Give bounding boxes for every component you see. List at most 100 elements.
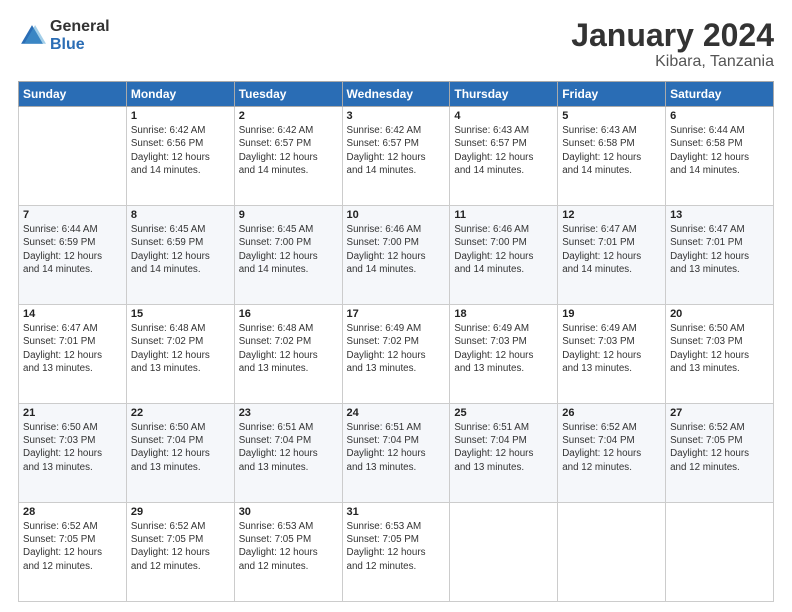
- day-number: 19: [562, 308, 661, 320]
- calendar-cell: 4Sunrise: 6:43 AM Sunset: 6:57 PM Daylig…: [450, 107, 558, 206]
- calendar-week-row: 1 Sunrise: 6:42 AM Sunset: 6:56 PM Daylig…: [19, 107, 774, 206]
- calendar-cell: 17Sunrise: 6:49 AM Sunset: 7:02 PM Dayli…: [342, 305, 450, 404]
- calendar-cell: 18Sunrise: 6:49 AM Sunset: 7:03 PM Dayli…: [450, 305, 558, 404]
- calendar-cell: 28 Sunrise: 6:52 AM Sunset: 7:05 PM Dayli…: [19, 503, 127, 602]
- calendar-cell: 31Sunrise: 6:53 AM Sunset: 7:05 PM Dayli…: [342, 503, 450, 602]
- day-number: 10: [347, 209, 446, 221]
- calendar-cell: [558, 503, 666, 602]
- calendar-cell: 11Sunrise: 6:46 AM Sunset: 7:00 PM Dayli…: [450, 206, 558, 305]
- day-number: 9: [239, 209, 338, 221]
- calendar-cell: 24 Sunrise: 6:51 AM Sunset: 7:04 PM Dayli…: [342, 404, 450, 503]
- day-info: Sunrise: 6:45 AM Sunset: 6:59 PM Dayligh…: [131, 223, 230, 276]
- calendar-cell: 22 Sunrise: 6:50 AM Sunset: 7:04 PM Dayli…: [126, 404, 234, 503]
- calendar-cell: 16Sunrise: 6:48 AM Sunset: 7:02 PM Dayli…: [234, 305, 342, 404]
- day-info: Sunrise: 6:48 AM Sunset: 7:02 PM Dayligh…: [131, 322, 230, 375]
- logo: General Blue: [18, 18, 110, 53]
- day-number: 11: [454, 209, 553, 221]
- calendar-header-tuesday: Tuesday: [234, 82, 342, 107]
- calendar-header-wednesday: Wednesday: [342, 82, 450, 107]
- day-number: 18: [454, 308, 553, 320]
- day-number: 1: [131, 110, 230, 122]
- calendar-week-row: 28 Sunrise: 6:52 AM Sunset: 7:05 PM Dayli…: [19, 503, 774, 602]
- calendar-cell: 21 Sunrise: 6:50 AM Sunset: 7:03 PM Dayli…: [19, 404, 127, 503]
- calendar-cell: 23 Sunrise: 6:51 AM Sunset: 7:04 PM Dayli…: [234, 404, 342, 503]
- calendar-cell: 2Sunrise: 6:42 AM Sunset: 6:57 PM Daylig…: [234, 107, 342, 206]
- day-info: Sunrise: 6:52 AM Sunset: 7:05 PM Dayligh…: [131, 520, 230, 573]
- day-number: 7: [23, 209, 122, 221]
- day-info: Sunrise: 6:49 AM Sunset: 7:03 PM Dayligh…: [562, 322, 661, 375]
- calendar-cell: 9 Sunrise: 6:45 AM Sunset: 7:00 PM Daylig…: [234, 206, 342, 305]
- day-info: Sunrise: 6:44 AM Sunset: 6:59 PM Dayligh…: [23, 223, 122, 276]
- day-number: 21: [23, 407, 122, 419]
- title-block: January 2024 Kibara, Tanzania: [571, 18, 774, 71]
- day-number: 26: [562, 407, 661, 419]
- day-number: 20: [670, 308, 769, 320]
- title-month: January 2024: [571, 18, 774, 53]
- day-number: 30: [239, 506, 338, 518]
- calendar-cell: 5 Sunrise: 6:43 AM Sunset: 6:58 PM Daylig…: [558, 107, 666, 206]
- day-info: Sunrise: 6:42 AM Sunset: 6:57 PM Dayligh…: [347, 124, 446, 177]
- day-info: Sunrise: 6:47 AM Sunset: 7:01 PM Dayligh…: [562, 223, 661, 276]
- logo-icon: [18, 22, 46, 50]
- day-number: 16: [239, 308, 338, 320]
- calendar-week-row: 7 Sunrise: 6:44 AM Sunset: 6:59 PM Daylig…: [19, 206, 774, 305]
- calendar-cell: 30Sunrise: 6:53 AM Sunset: 7:05 PM Dayli…: [234, 503, 342, 602]
- day-info: Sunrise: 6:50 AM Sunset: 7:03 PM Dayligh…: [670, 322, 769, 375]
- day-info: Sunrise: 6:51 AM Sunset: 7:04 PM Dayligh…: [239, 421, 338, 474]
- day-info: Sunrise: 6:42 AM Sunset: 6:57 PM Dayligh…: [239, 124, 338, 177]
- calendar-cell: 19 Sunrise: 6:49 AM Sunset: 7:03 PM Dayli…: [558, 305, 666, 404]
- calendar-header-friday: Friday: [558, 82, 666, 107]
- day-info: Sunrise: 6:43 AM Sunset: 6:58 PM Dayligh…: [562, 124, 661, 177]
- calendar-cell: 13 Sunrise: 6:47 AM Sunset: 7:01 PM Dayli…: [666, 206, 774, 305]
- day-number: 4: [454, 110, 553, 122]
- calendar-header-saturday: Saturday: [666, 82, 774, 107]
- day-number: 8: [131, 209, 230, 221]
- day-info: Sunrise: 6:47 AM Sunset: 7:01 PM Dayligh…: [23, 322, 122, 375]
- day-number: 13: [670, 209, 769, 221]
- day-number: 15: [131, 308, 230, 320]
- day-info: Sunrise: 6:44 AM Sunset: 6:58 PM Dayligh…: [670, 124, 769, 177]
- calendar-week-row: 21 Sunrise: 6:50 AM Sunset: 7:03 PM Dayli…: [19, 404, 774, 503]
- calendar-cell: [666, 503, 774, 602]
- calendar-cell: 26 Sunrise: 6:52 AM Sunset: 7:04 PM Dayli…: [558, 404, 666, 503]
- day-number: 22: [131, 407, 230, 419]
- day-number: 12: [562, 209, 661, 221]
- calendar-cell: [450, 503, 558, 602]
- day-info: Sunrise: 6:50 AM Sunset: 7:04 PM Dayligh…: [131, 421, 230, 474]
- calendar-cell: 20 Sunrise: 6:50 AM Sunset: 7:03 PM Dayli…: [666, 305, 774, 404]
- calendar-cell: 10Sunrise: 6:46 AM Sunset: 7:00 PM Dayli…: [342, 206, 450, 305]
- day-number: 3: [347, 110, 446, 122]
- day-number: 28: [23, 506, 122, 518]
- logo-text: General Blue: [50, 18, 110, 53]
- calendar-cell: 6 Sunrise: 6:44 AM Sunset: 6:58 PM Daylig…: [666, 107, 774, 206]
- calendar-cell: 7 Sunrise: 6:44 AM Sunset: 6:59 PM Daylig…: [19, 206, 127, 305]
- calendar-cell: [19, 107, 127, 206]
- calendar-header-thursday: Thursday: [450, 82, 558, 107]
- calendar-header-sunday: Sunday: [19, 82, 127, 107]
- day-info: Sunrise: 6:53 AM Sunset: 7:05 PM Dayligh…: [347, 520, 446, 573]
- day-number: 27: [670, 407, 769, 419]
- day-number: 6: [670, 110, 769, 122]
- day-info: Sunrise: 6:47 AM Sunset: 7:01 PM Dayligh…: [670, 223, 769, 276]
- day-info: Sunrise: 6:50 AM Sunset: 7:03 PM Dayligh…: [23, 421, 122, 474]
- day-number: 5: [562, 110, 661, 122]
- day-info: Sunrise: 6:52 AM Sunset: 7:05 PM Dayligh…: [670, 421, 769, 474]
- day-info: Sunrise: 6:52 AM Sunset: 7:05 PM Dayligh…: [23, 520, 122, 573]
- day-info: Sunrise: 6:45 AM Sunset: 7:00 PM Dayligh…: [239, 223, 338, 276]
- title-location: Kibara, Tanzania: [571, 53, 774, 71]
- header: General Blue January 2024 Kibara, Tanzan…: [18, 18, 774, 71]
- day-info: Sunrise: 6:52 AM Sunset: 7:04 PM Dayligh…: [562, 421, 661, 474]
- day-number: 29: [131, 506, 230, 518]
- calendar-cell: 1 Sunrise: 6:42 AM Sunset: 6:56 PM Daylig…: [126, 107, 234, 206]
- calendar-cell: 25Sunrise: 6:51 AM Sunset: 7:04 PM Dayli…: [450, 404, 558, 503]
- day-info: Sunrise: 6:51 AM Sunset: 7:04 PM Dayligh…: [347, 421, 446, 474]
- calendar-cell: 29 Sunrise: 6:52 AM Sunset: 7:05 PM Dayli…: [126, 503, 234, 602]
- page: General Blue January 2024 Kibara, Tanzan…: [0, 0, 792, 612]
- calendar-cell: 14Sunrise: 6:47 AM Sunset: 7:01 PM Dayli…: [19, 305, 127, 404]
- calendar-cell: 8 Sunrise: 6:45 AM Sunset: 6:59 PM Daylig…: [126, 206, 234, 305]
- day-info: Sunrise: 6:42 AM Sunset: 6:56 PM Dayligh…: [131, 124, 230, 177]
- day-number: 17: [347, 308, 446, 320]
- calendar-table: SundayMondayTuesdayWednesdayThursdayFrid…: [18, 81, 774, 602]
- day-number: 24: [347, 407, 446, 419]
- day-number: 23: [239, 407, 338, 419]
